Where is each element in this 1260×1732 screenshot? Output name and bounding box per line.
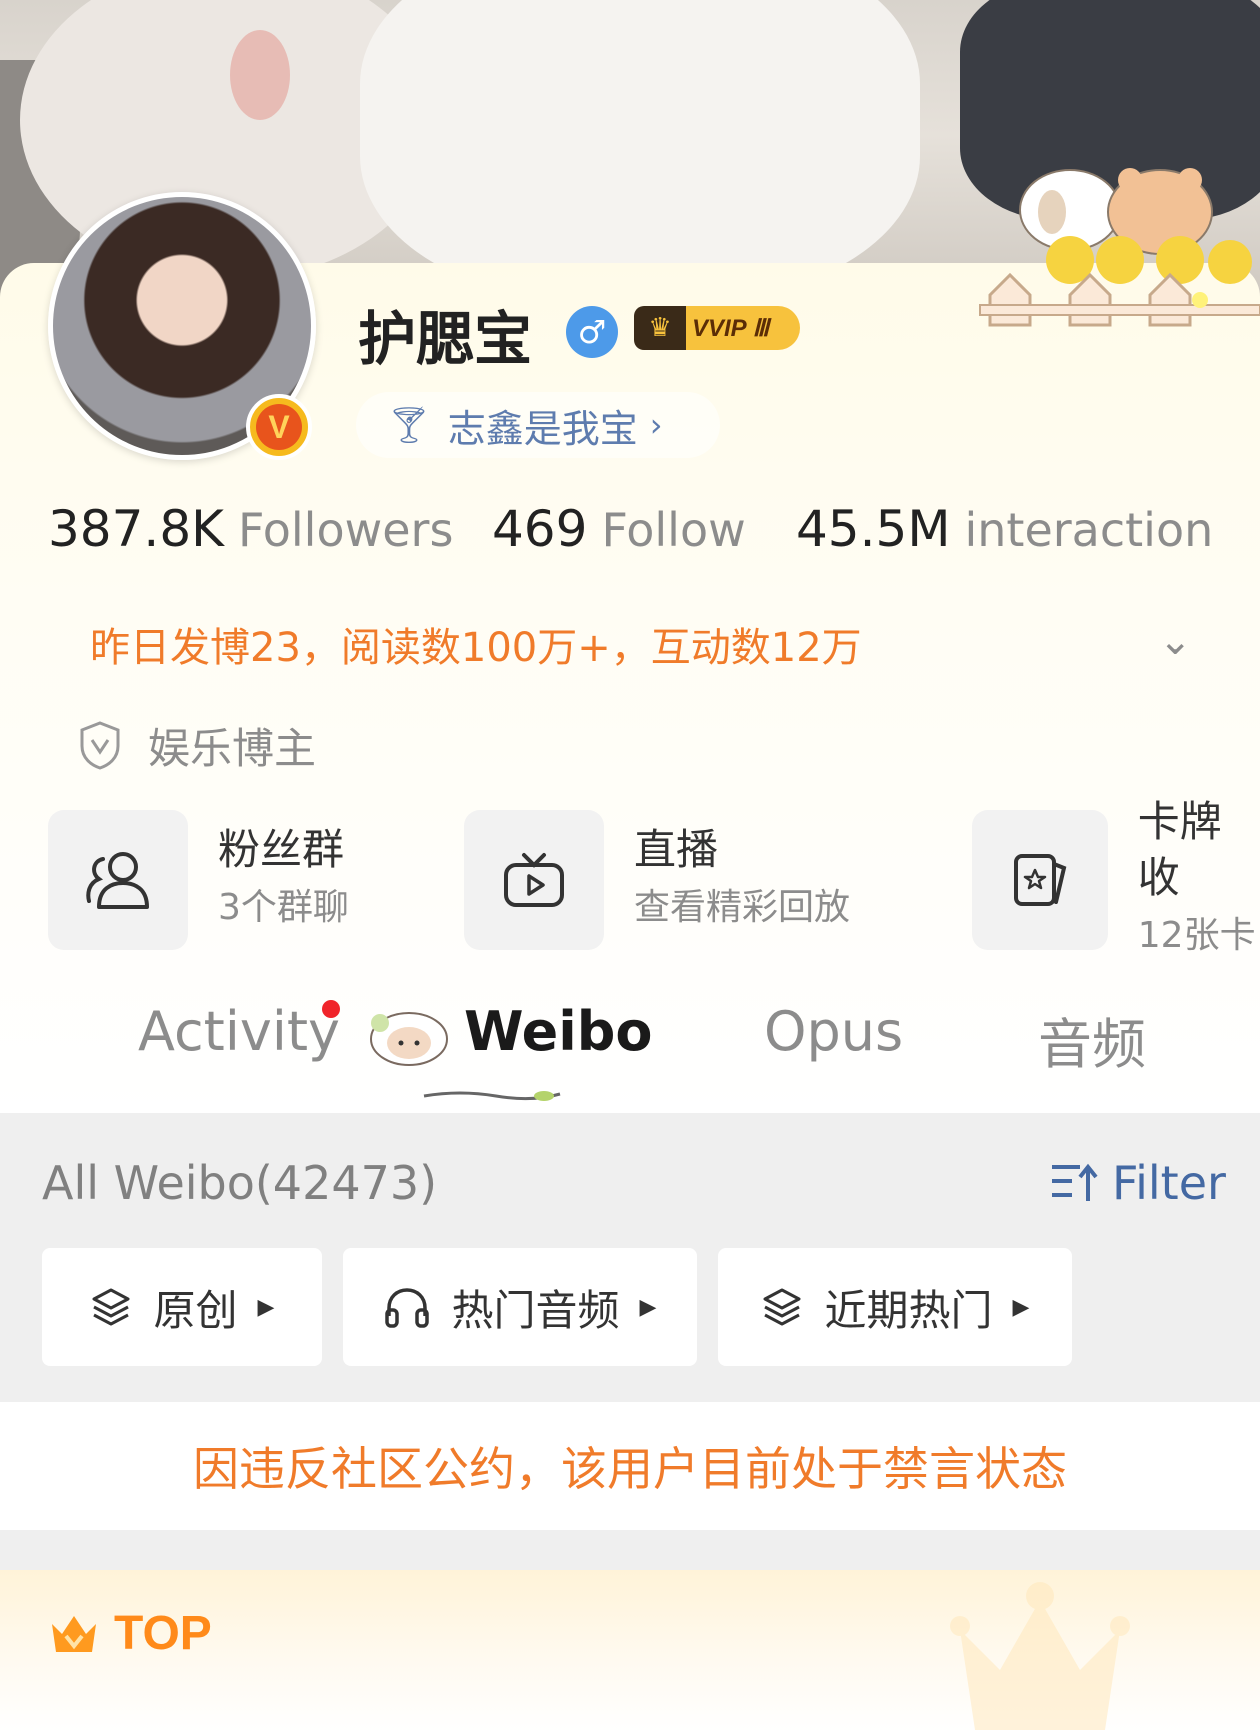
stat-follow[interactable]: 469 Follow	[492, 500, 746, 558]
active-tab-indicator	[423, 1091, 561, 1101]
username: 护腮宝	[358, 305, 533, 373]
vip-label: VVIP Ⅲ	[692, 314, 770, 342]
stat-label: Followers	[237, 503, 454, 557]
crown-icon: ♛	[648, 313, 672, 343]
feature-subtitle: 3个群聊	[218, 887, 349, 928]
caret-right-icon: ▶	[639, 1294, 657, 1320]
chevron-down-icon[interactable]: ⌄	[1158, 618, 1192, 664]
cartoon-fence-decoration	[979, 168, 1260, 327]
feature-subtitle: 12张卡	[1137, 915, 1256, 956]
mute-notice: 因违反社区公约，该用户目前处于禁言状态	[0, 1402, 1260, 1530]
chip-label: 原创	[153, 1285, 238, 1335]
category-tag: 娱乐博主	[78, 715, 316, 775]
card-star-icon	[972, 810, 1108, 950]
filter-button[interactable]: Filter	[1050, 1156, 1226, 1210]
headphones-icon	[384, 1288, 429, 1328]
vip-badge[interactable]: ♛ VVIP Ⅲ	[634, 306, 800, 350]
caret-right-icon: ▶	[1012, 1294, 1030, 1320]
stat-followers[interactable]: 387.8K Followers	[48, 500, 453, 558]
feature-title: 直播	[634, 825, 719, 874]
crown-icon	[52, 1615, 96, 1652]
people-icon	[48, 810, 188, 950]
stat-value: 387.8K	[48, 500, 224, 558]
stat-label: Follow	[601, 503, 746, 557]
chip-original[interactable]: 原创 ▶	[42, 1248, 322, 1366]
profile-tabs: Activity Weibo Opus 音频	[0, 1000, 1260, 1110]
top-pinned-label: TOP	[48, 1606, 212, 1661]
verified-badge-icon: V	[246, 394, 312, 460]
stat-value: 469	[492, 500, 588, 558]
banner-shape	[230, 30, 290, 120]
shield-icon	[80, 721, 120, 770]
layers-icon	[763, 1288, 801, 1326]
feature-live[interactable]: 直播 查看精彩回放	[464, 810, 850, 950]
caret-right-icon: ▶	[257, 1294, 275, 1320]
notification-dot	[322, 1000, 340, 1018]
sheep-mascot-icon	[370, 1012, 448, 1066]
gender-male-icon: ♂	[566, 306, 618, 358]
insight-text: 昨日发博23，阅读数100万+，互动数12万	[90, 625, 862, 671]
daily-insight-banner[interactable]: 昨日发博23，阅读数100万+，互动数12万 ⌄	[48, 608, 1212, 680]
chip-recent-hot[interactable]: 近期热门 ▶	[718, 1248, 1072, 1366]
layers-icon	[92, 1288, 130, 1326]
category-label: 娱乐博主	[148, 723, 317, 773]
tab-opus[interactable]: Opus	[764, 1000, 903, 1063]
stats-row: 387.8K Followers 469 Follow 45.5M interacti…	[48, 500, 1248, 570]
feature-title: 粉丝群	[218, 825, 345, 874]
top-label-text: TOP	[114, 1607, 212, 1660]
feature-card-collection[interactable]: 卡牌收 12张卡	[972, 797, 1260, 956]
feature-fan-group[interactable]: 粉丝群 3个群聊	[48, 810, 349, 950]
stat-value: 45.5M	[796, 500, 951, 558]
filter-label: Filter	[1112, 1156, 1226, 1210]
banner-shape	[360, 0, 920, 300]
feature-title: 卡牌收	[1137, 797, 1222, 902]
stat-interaction[interactable]: 45.5M interaction	[796, 500, 1213, 558]
filter-sort-icon	[1052, 1163, 1098, 1201]
tab-activity[interactable]: Activity	[138, 1000, 340, 1063]
tv-play-icon	[464, 810, 604, 950]
fan-tag-label: 志鑫是我宝	[447, 406, 638, 451]
fan-tag-link[interactable]: 🍸︎ 志鑫是我宝 ›	[356, 392, 720, 458]
stat-label: interaction	[964, 503, 1214, 557]
all-weibo-count: All Weibo(42473)	[42, 1156, 438, 1210]
chevron-right-icon: ›	[649, 406, 663, 444]
crown-watermark-icon	[950, 1582, 1130, 1730]
cocktail-icon: 🍸︎	[386, 405, 432, 446]
feature-subtitle: 查看精彩回放	[634, 887, 851, 928]
chip-label: 热门音频	[451, 1285, 620, 1335]
tab-audio[interactable]: 音频	[1038, 1000, 1146, 1079]
chip-hot-audio[interactable]: 热门音频 ▶	[343, 1248, 697, 1366]
chip-label: 近期热门	[824, 1285, 993, 1335]
tab-weibo[interactable]: Weibo	[464, 1000, 653, 1063]
